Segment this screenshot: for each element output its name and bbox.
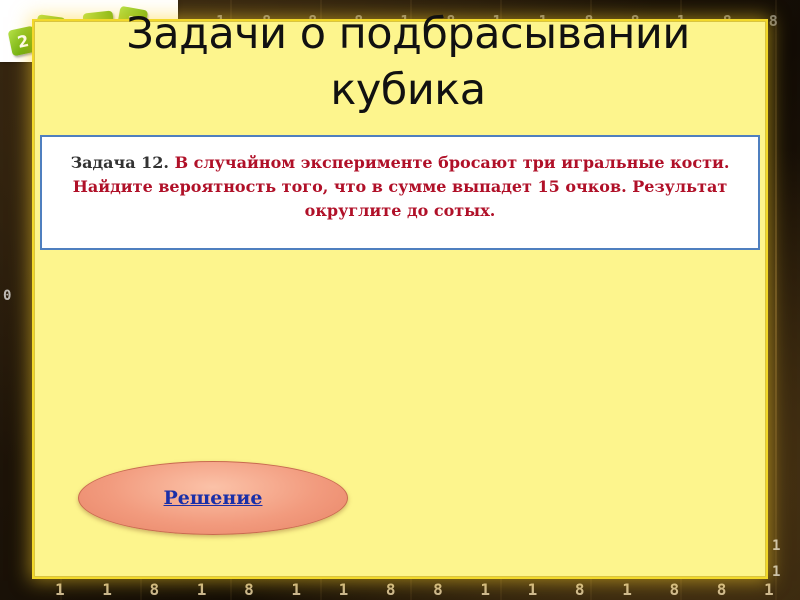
background-digits-bottom: 1 1 8 1 8 1 1 8 8 1 1 8 1 8 8 1 1 8 1 1 … [55, 580, 800, 599]
solution-link[interactable]: Решение [164, 487, 263, 509]
task-text: В случайном эксперименте бросают три игр… [72, 153, 730, 220]
task-box: Задача 12. В случайном эксперименте брос… [40, 135, 760, 250]
slide-title-line2: кубика [330, 65, 486, 115]
slide-title: Задачи о подбрасывании кубика [88, 6, 728, 118]
slide-title-line1: Задачи о подбрасывании [126, 9, 690, 59]
solution-button[interactable]: Решение [78, 461, 348, 535]
background-digit: 1 [772, 564, 795, 580]
background-digit: 0 [3, 288, 26, 304]
background-stripe [775, 0, 777, 600]
task-label: Задача 12. [70, 153, 169, 172]
background-digit: 1 [772, 538, 795, 554]
